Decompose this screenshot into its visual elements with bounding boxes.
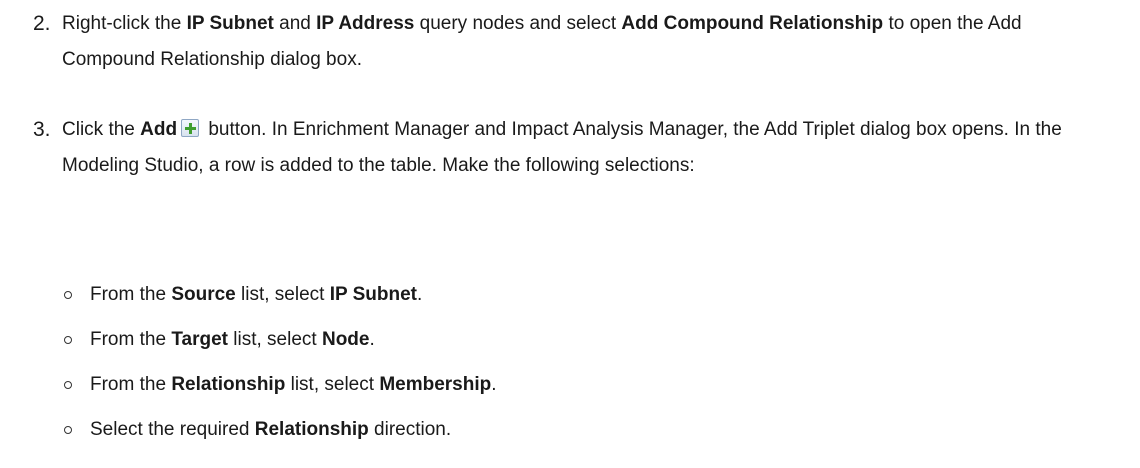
list-item: From the Relationship list, select Membe… [64, 370, 497, 415]
text-run: Right-click the [62, 13, 187, 34]
document-page: 2. Right-click the IP Subnet and IP Addr… [0, 0, 1140, 468]
bold-term: IP Subnet [186, 13, 274, 34]
step-2-text: Right-click the IP Subnet and IP Address… [62, 6, 1092, 78]
list-item: From the Source list, select IP Subnet. [64, 280, 497, 325]
bold-term: Add Compound Relationship [621, 13, 884, 34]
step-3-text: Click the Add button. In Enrichment Mana… [62, 112, 1092, 184]
text-run: button. In Enrichment Manager and Impact… [62, 119, 1062, 176]
bold-term: Add [140, 119, 178, 140]
step-3-number: 3. [33, 118, 51, 141]
text-run: query nodes and select [414, 13, 622, 34]
step-2-number: 2. [33, 12, 51, 35]
list-item: From the Target list, select Node. [64, 325, 497, 370]
bold-term: IP Address [316, 13, 415, 34]
list-item: Select the required Relationship directi… [64, 415, 497, 460]
text-run: Click the [62, 119, 141, 140]
selection-list: From the Source list, select IP Subnet. … [64, 280, 497, 460]
text-run: and [273, 13, 317, 34]
add-plus-icon [181, 119, 200, 137]
